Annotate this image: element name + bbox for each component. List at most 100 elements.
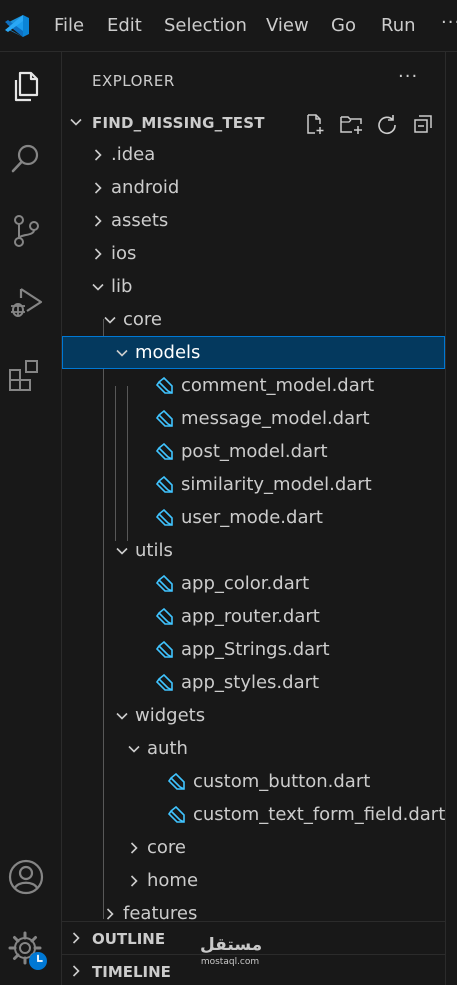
chevron-down-icon (116, 349, 128, 357)
chevron-down-icon (116, 712, 128, 720)
tree-folder[interactable]: models (62, 336, 445, 369)
chevron-right-icon (94, 182, 102, 194)
dart-file-icon (156, 608, 173, 625)
tree-file[interactable]: app_Strings.dart (62, 633, 445, 666)
watermark-arabic: مستقل (200, 935, 263, 955)
folder-name: android (111, 177, 180, 198)
tree-folder[interactable]: home (62, 864, 445, 897)
vscode-logo-icon[interactable] (4, 13, 30, 39)
folder-name: lib (111, 276, 133, 297)
chevron-down-icon (116, 547, 128, 555)
file-name: app_color.dart (181, 573, 310, 594)
accounts-icon[interactable] (7, 858, 45, 896)
chevron-right-icon (72, 932, 80, 944)
dart-file-icon (156, 509, 173, 526)
watermark-latin: mostaql.com (200, 957, 260, 967)
file-name: app_styles.dart (181, 672, 320, 693)
new-folder-icon[interactable] (339, 113, 364, 135)
chevron-right-icon (72, 965, 80, 977)
file-name: user_mode.dart (181, 507, 323, 528)
chevron-right-icon (130, 842, 138, 854)
tree-file[interactable]: app_color.dart (62, 567, 445, 600)
outline-label: OUTLINE (92, 930, 166, 948)
menu-view[interactable]: View (266, 14, 309, 38)
folder-name: ios (111, 243, 137, 264)
tree-folder[interactable]: core (62, 303, 445, 336)
tree-folder[interactable]: utils (62, 534, 445, 567)
chevron-down-icon (104, 316, 116, 324)
collapse-all-icon[interactable] (412, 113, 434, 135)
tree-folder[interactable]: assets (62, 204, 445, 237)
dart-file-icon (168, 773, 185, 790)
menu-file[interactable]: File (54, 14, 84, 38)
folder-name: models (135, 342, 201, 363)
explorer-more-button[interactable]: ··· (398, 66, 418, 87)
menu-go[interactable]: Go (331, 14, 356, 38)
timeline-label: TIMELINE (92, 963, 171, 981)
project-header[interactable]: FIND_MISSING_TEST (62, 107, 445, 140)
chevron-right-icon (94, 248, 102, 260)
search-icon[interactable] (7, 139, 45, 177)
chevron-right-icon (106, 908, 114, 920)
dart-file-icon (156, 476, 173, 493)
tree-file[interactable]: app_styles.dart (62, 666, 445, 699)
sidebar-scrollbar[interactable] (445, 52, 457, 985)
dart-file-icon (156, 641, 173, 658)
explorer-title: EXPLORER (92, 72, 175, 90)
tree-folder[interactable]: lib (62, 270, 445, 303)
folder-name: core (123, 309, 162, 330)
mostaql-watermark: مستقل mostaql.com (200, 935, 263, 967)
file-name: similarity_model.dart (181, 474, 372, 495)
file-name: custom_text_form_field.dart (193, 804, 446, 825)
tree-folder[interactable]: .idea (62, 138, 445, 171)
tree-file[interactable]: post_model.dart (62, 435, 445, 468)
refresh-icon[interactable] (376, 113, 398, 135)
explorer-files-icon[interactable] (7, 68, 45, 106)
tree-file[interactable]: app_router.dart (62, 600, 445, 633)
chevron-right-icon (130, 875, 138, 887)
folder-name: widgets (135, 705, 206, 726)
menu-run[interactable]: Run (381, 14, 416, 38)
tree-folder[interactable]: auth (62, 732, 445, 765)
tree-folder[interactable]: core (62, 831, 445, 864)
tree-file[interactable]: custom_button.dart (62, 765, 445, 798)
tree-file[interactable]: message_model.dart (62, 402, 445, 435)
file-name: custom_button.dart (193, 771, 371, 792)
menu-more-button[interactable]: ··· (441, 12, 457, 33)
tree-file[interactable]: custom_text_form_field.dart (62, 798, 445, 831)
chevron-down-icon (92, 283, 104, 291)
file-name: app_router.dart (181, 606, 320, 627)
chevron-right-icon (94, 215, 102, 227)
dart-file-icon (168, 806, 185, 823)
tree-file[interactable]: similarity_model.dart (62, 468, 445, 501)
tree-file[interactable]: comment_model.dart (62, 369, 445, 402)
tree-file[interactable]: user_mode.dart (62, 501, 445, 534)
folder-name: core (147, 837, 186, 858)
activity-bar (0, 52, 62, 985)
tree-folder[interactable]: widgets (62, 699, 445, 732)
source-control-icon[interactable] (7, 212, 45, 250)
run-debug-icon[interactable] (7, 284, 45, 322)
dart-file-icon (156, 674, 173, 691)
new-file-icon[interactable] (304, 113, 326, 135)
project-name: FIND_MISSING_TEST (92, 114, 265, 132)
tree-folder[interactable]: android (62, 171, 445, 204)
chevron-down-icon (70, 118, 82, 126)
extensions-icon[interactable] (7, 357, 45, 395)
folder-name: home (147, 870, 199, 891)
dart-file-icon (156, 377, 173, 394)
file-name: post_model.dart (181, 441, 328, 462)
dart-file-icon (156, 575, 173, 592)
chevron-right-icon (94, 149, 102, 161)
menu-edit[interactable]: Edit (107, 14, 142, 38)
file-name: message_model.dart (181, 408, 370, 429)
file-name: app_Strings.dart (181, 639, 330, 660)
manage-gear-icon[interactable] (7, 930, 49, 972)
folder-name: assets (111, 210, 169, 231)
dart-file-icon (156, 443, 173, 460)
chevron-down-icon (128, 745, 140, 753)
title-bar: File Edit Selection View Go Run ··· (0, 0, 457, 52)
explorer-sidebar: EXPLORER ··· FIND_MISSING_TEST .idea and… (62, 52, 457, 985)
menu-selection[interactable]: Selection (164, 14, 247, 38)
tree-folder[interactable]: ios (62, 237, 445, 270)
